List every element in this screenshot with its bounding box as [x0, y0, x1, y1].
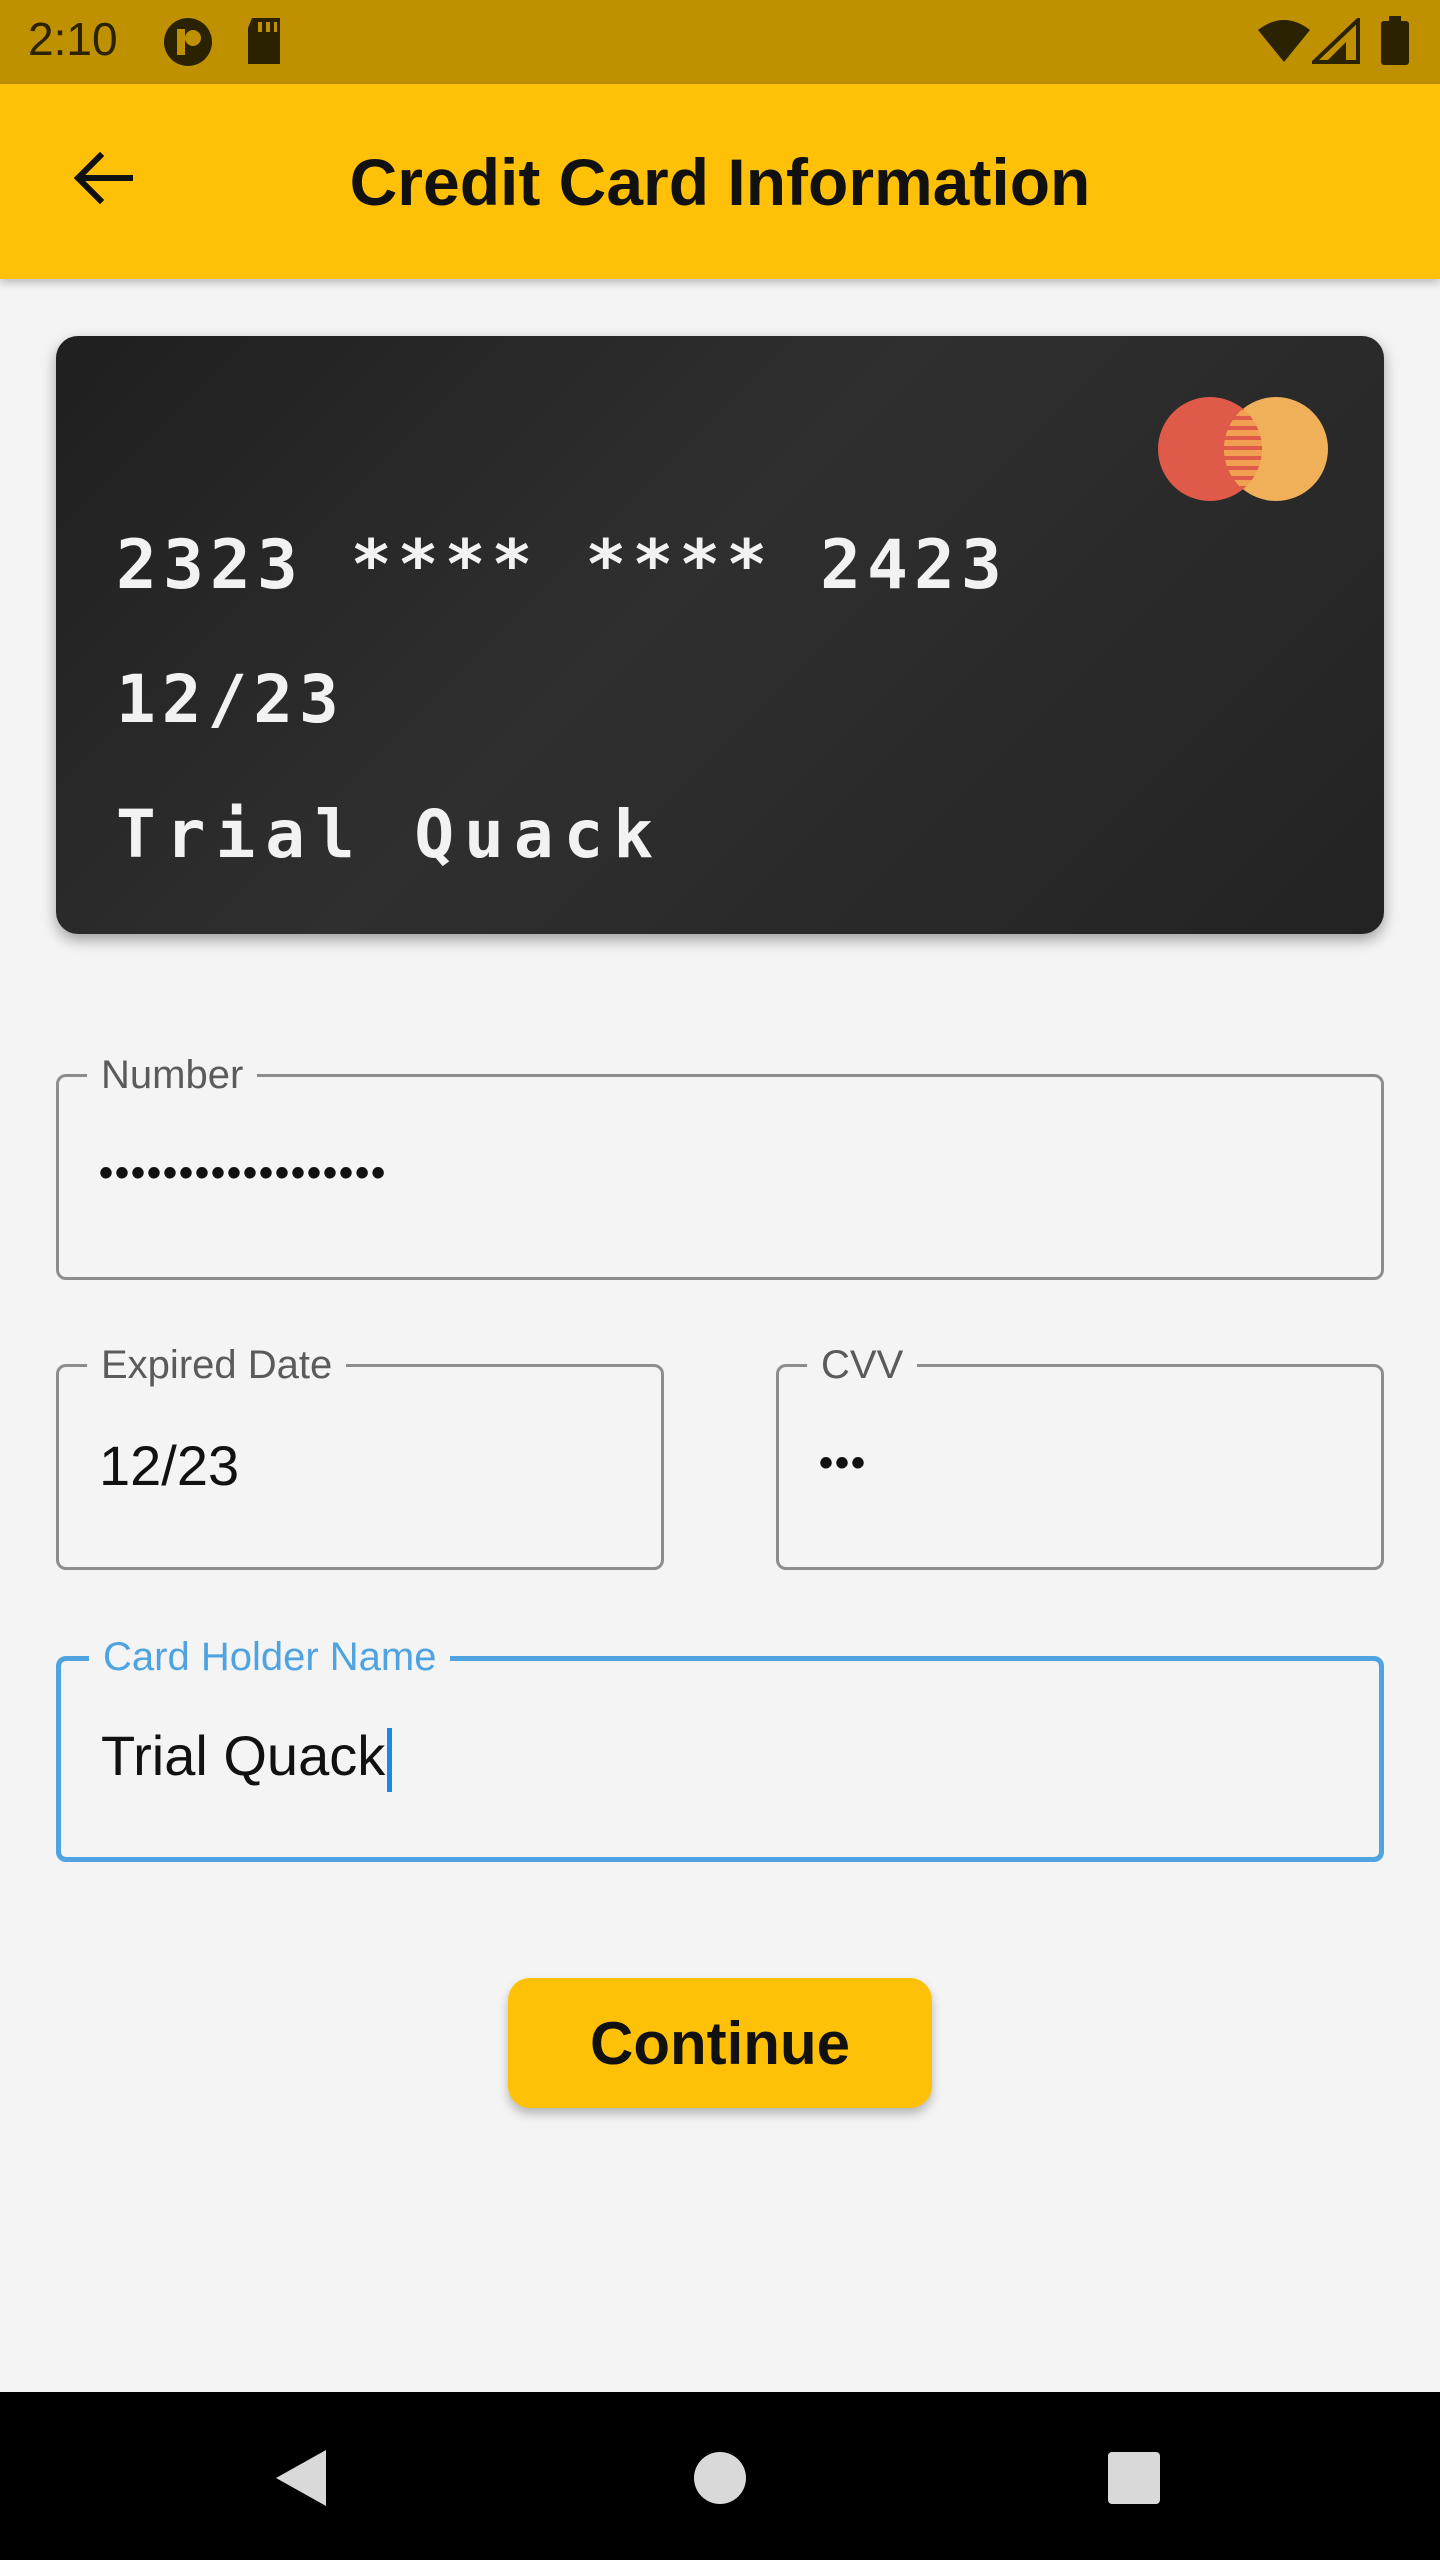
back-button[interactable]: [52, 130, 152, 230]
status-time: 2:10: [28, 13, 118, 65]
expired-date-label: Expired Date: [87, 1341, 347, 1389]
card-holder-name-label: Card Holder Name: [89, 1633, 451, 1681]
mastercard-logo-icon: [1158, 394, 1328, 504]
status-bar: 2:10: [0, 0, 1440, 84]
clock-app-icon: [162, 16, 214, 73]
expired-date-field[interactable]: Expired Date 12/23: [56, 1341, 664, 1570]
recents-square-icon: [1104, 2448, 1164, 2513]
continue-button[interactable]: Continue: [508, 1978, 932, 2108]
home-circle-icon: [690, 2448, 750, 2513]
signal-icon: [1309, 15, 1360, 69]
wifi-icon: [1256, 18, 1312, 69]
back-triangle-icon: [270, 2446, 330, 2515]
nav-back-button[interactable]: [260, 2440, 340, 2520]
card-holder-name-value: Trial Quack: [101, 1724, 386, 1787]
card-holder-display: Trial Quack: [116, 796, 664, 873]
cvv-value: •••: [819, 1441, 868, 1485]
card-holder-name-field[interactable]: Card Holder Name Trial Quack: [56, 1633, 1384, 1862]
navigation-bar: [0, 2392, 1440, 2560]
app-bar: Credit Card Information: [0, 84, 1440, 279]
page-title: Credit Card Information: [349, 144, 1091, 219]
text-cursor: [387, 1728, 393, 1793]
cvv-label: CVV: [807, 1341, 918, 1389]
expired-date-value: 12/23: [99, 1434, 240, 1497]
cvv-field[interactable]: CVV •••: [776, 1341, 1384, 1570]
card-number-label: Number: [87, 1051, 258, 1099]
credit-card-preview: 2323 **** **** 2423 12/23 Trial Quack: [56, 336, 1384, 934]
nav-home-button[interactable]: [680, 2440, 760, 2520]
nav-recents-button[interactable]: [1094, 2440, 1174, 2520]
battery-icon: [1380, 16, 1410, 71]
card-number-display: 2323 **** **** 2423: [116, 526, 1008, 605]
sd-card-icon: [244, 16, 284, 71]
arrow-back-icon: [70, 146, 134, 215]
card-expiry-display: 12/23: [116, 661, 345, 738]
card-number-field[interactable]: Number ••••••••••••••••••: [56, 1051, 1384, 1280]
card-number-value: ••••••••••••••••••: [99, 1151, 388, 1195]
